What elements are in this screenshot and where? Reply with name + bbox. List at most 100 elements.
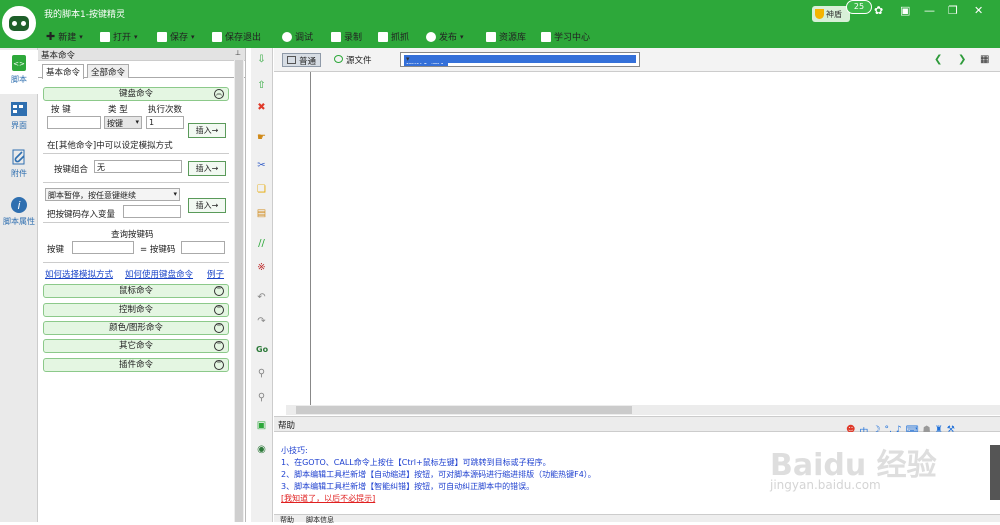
insert-pause-button[interactable]: 插入→ [188, 198, 226, 213]
col-type-label: 类 型 [108, 105, 128, 115]
nav-item-script[interactable]: <> 脚本 [0, 50, 38, 94]
comment-icon[interactable]: // [256, 238, 267, 249]
chevron-down-icon: ▾ [460, 32, 464, 41]
layout-icon[interactable]: ▦ [980, 54, 989, 65]
script-icon: <> [12, 55, 26, 71]
query-code-input[interactable] [181, 241, 225, 254]
eye-icon[interactable]: ◉ [256, 444, 267, 455]
gear-icon[interactable]: ✿ [874, 4, 883, 17]
skin-icon[interactable]: ▣ [900, 4, 910, 17]
key-input[interactable] [47, 116, 101, 129]
user-tag[interactable]: 神盾 [812, 6, 850, 22]
subroutine-search-select[interactable]: 搜索子程序▾ [400, 52, 640, 67]
hand-icon[interactable]: ☛ [256, 132, 267, 143]
link-example[interactable]: 例子 [207, 268, 224, 280]
divider [43, 182, 229, 183]
chevron-down-icon: ▾ [173, 190, 177, 198]
open-button[interactable]: 打开 ▾ [100, 30, 138, 43]
save-exit-button[interactable]: 保存退出 [212, 30, 261, 43]
type-select[interactable]: 按键 ▾ [104, 116, 142, 129]
resources-button[interactable]: 资源库 [486, 30, 526, 43]
tab-script-info[interactable]: 脚本信息 [306, 515, 334, 525]
tip-title: 小技巧: [281, 446, 308, 455]
group-color-commands[interactable]: 颜色/图形命令 ︾ [43, 321, 229, 335]
next-arrow-icon[interactable]: ❯ [958, 54, 966, 65]
dismiss-tip-link[interactable]: [我知道了，以后不必提示] [281, 493, 375, 504]
link-keyboard-usage[interactable]: 如何使用键盘命令 [125, 268, 193, 280]
mode-normal-button[interactable]: 普通 [282, 53, 322, 67]
group-control-commands[interactable]: 控制命令 ︾ [43, 303, 229, 317]
store-keycode-label: 把按键码存入变量 [47, 210, 116, 220]
record-button[interactable]: 录制 [331, 30, 362, 43]
mode-source-button[interactable]: 源文件 [330, 53, 376, 67]
chevron-down-icon: ▾ [135, 118, 139, 126]
left-nav: <> 脚本 界面 附件 i 脚本属性 [0, 48, 38, 522]
debug-button[interactable]: 调试 [282, 30, 313, 43]
panel-scrollbar[interactable] [234, 60, 244, 522]
resources-icon [486, 31, 496, 42]
save-exit-icon [212, 31, 222, 42]
cut-icon[interactable]: ✂ [256, 160, 267, 171]
undo-icon[interactable]: ↶ [256, 292, 267, 303]
tab-all-commands[interactable]: 全部命令 [87, 64, 130, 78]
capture-button[interactable]: 抓抓 [378, 30, 409, 43]
store-variable-input[interactable] [123, 205, 181, 218]
group-other-commands[interactable]: 其它命令 ︾ [43, 339, 229, 353]
count-input[interactable]: 1 [146, 116, 184, 129]
move-up-icon[interactable]: ⇧ [256, 80, 267, 91]
group-keyboard-commands[interactable]: 键盘命令 ︽ [43, 87, 229, 101]
nav-item-interface[interactable]: 界面 [0, 96, 38, 140]
svg-text:i: i [17, 199, 20, 212]
save-icon [157, 31, 167, 42]
insert-combo-button[interactable]: 插入→ [188, 161, 226, 176]
close-icon[interactable]: ✕ [974, 4, 983, 17]
maximize-icon[interactable]: ❐ [948, 4, 958, 17]
robot-icon [9, 16, 29, 31]
pin-icon[interactable]: ⊥ [235, 49, 241, 57]
publish-icon [426, 31, 436, 42]
find-icon[interactable]: ⚲ [256, 368, 267, 379]
combo-input[interactable]: 无 [94, 160, 182, 173]
copy-icon[interactable]: ❏ [256, 184, 267, 195]
paste-icon[interactable]: ▤ [256, 208, 267, 219]
publish-button[interactable]: 发布 ▾ [426, 30, 464, 43]
delete-icon[interactable]: ✖ [256, 102, 267, 113]
prev-arrow-icon[interactable]: ❮ [934, 54, 942, 65]
window-title: 我的脚本1-按键精灵 [44, 10, 125, 20]
query-keycode-title: 查询按键码 [111, 230, 154, 240]
group-mouse-commands[interactable]: 鼠标命令 ︾ [43, 284, 229, 298]
info-icon: i [11, 197, 27, 213]
nav-item-attachment[interactable]: 附件 [0, 144, 38, 188]
query-key-input[interactable] [72, 241, 134, 254]
link-simulation-mode[interactable]: 如何选择模拟方式 [45, 268, 113, 280]
group-plugin-commands[interactable]: 插件命令 ︾ [43, 358, 229, 372]
chevron-down-icon: ▾ [134, 32, 138, 41]
uncomment-icon[interactable]: ※ [256, 262, 267, 273]
goto-icon[interactable]: Go [256, 344, 268, 355]
move-down-icon[interactable]: ⇩ [256, 54, 267, 65]
scrollbar-thumb[interactable] [235, 60, 243, 522]
tab-basic-commands[interactable]: 基本命令 [42, 64, 85, 79]
expand-icon: ︾ [214, 286, 224, 296]
scrollbar-thumb[interactable] [296, 406, 632, 414]
script-editor[interactable] [274, 72, 1000, 405]
pause-select[interactable]: 脚本暂停，按任意键继续 ▾ [45, 188, 180, 201]
find-next-icon[interactable]: ⚲ [256, 392, 267, 403]
screenshot-icon[interactable]: ▣ [256, 420, 267, 431]
insert-key-button[interactable]: 插入→ [188, 123, 226, 138]
new-button[interactable]: ✚ 新建 ▾ [46, 30, 83, 43]
tab-help[interactable]: 帮助 [280, 515, 294, 525]
watermark-url: jingyan.baidu.com [770, 478, 881, 492]
learn-center-button[interactable]: 学习中心 [541, 30, 590, 43]
save-button[interactable]: 保存 ▾ [157, 30, 195, 43]
tip-line: 1、在GOTO、CALL命令上按住【Ctrl+鼠标左键】可跳转到目标或子程序。 [281, 458, 551, 467]
combo-label: 按键组合 [54, 165, 89, 175]
nav-item-script-properties[interactable]: i 脚本属性 [0, 192, 38, 236]
collapse-icon: ︽ [214, 89, 224, 99]
minimize-icon[interactable]: — [924, 4, 935, 17]
editor-hscrollbar[interactable] [286, 405, 1000, 415]
capture-icon [378, 31, 388, 42]
notification-badge[interactable]: 25 [846, 0, 872, 14]
side-widget [990, 445, 1000, 500]
redo-icon[interactable]: ↷ [256, 316, 267, 327]
